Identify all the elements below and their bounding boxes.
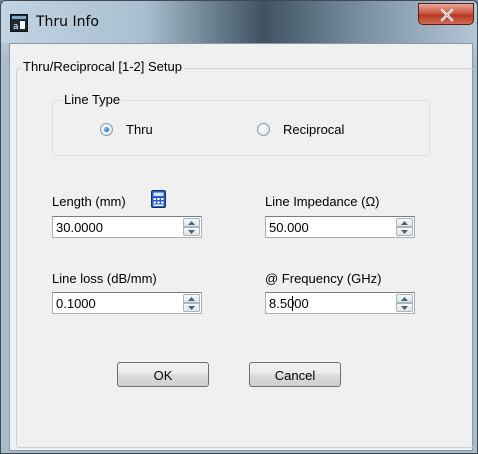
radio-thru-indicator[interactable] <box>100 123 113 136</box>
setup-group-label: Thru/Reciprocal [1-2] Setup <box>21 59 184 74</box>
length-input[interactable] <box>53 217 174 237</box>
radio-thru-label: Thru <box>126 122 153 137</box>
svg-text:a: a <box>13 22 19 32</box>
length-decrement-button[interactable] <box>183 227 200 236</box>
dialog-client-area: Thru/Reciprocal [1-2] Setup Line Type Th… <box>9 43 474 451</box>
radio-reciprocal-label: Reciprocal <box>283 122 345 137</box>
impedance-spin-buttons[interactable] <box>396 218 413 236</box>
line-loss-label: Line loss (dB/mm) <box>52 271 157 286</box>
impedance-decrement-button[interactable] <box>396 227 413 236</box>
impedance-label: Line Impedance (Ω) <box>265 194 380 209</box>
frequency-spinbox[interactable] <box>265 292 415 314</box>
dialog-app-icon: a <box>10 14 28 32</box>
length-spin-buttons[interactable] <box>183 218 200 236</box>
arrow-up-icon <box>188 221 195 225</box>
line-type-label: Line Type <box>62 92 123 107</box>
frequency-input[interactable] <box>266 293 387 313</box>
line-loss-input[interactable] <box>53 293 174 313</box>
close-icon <box>440 8 454 22</box>
radio-reciprocal-indicator[interactable] <box>257 123 270 136</box>
frequency-label: @ Frequency (GHz) <box>265 271 382 286</box>
arrow-up-icon <box>188 297 195 301</box>
line-loss-spin-buttons[interactable] <box>183 294 200 312</box>
frequency-increment-button[interactable] <box>396 294 413 303</box>
text-cursor <box>292 296 293 311</box>
ok-button[interactable]: OK <box>117 362 209 387</box>
length-label: Length (mm) <box>52 194 126 209</box>
frequency-spin-buttons[interactable] <box>396 294 413 312</box>
arrow-up-icon <box>401 221 408 225</box>
title-bar[interactable]: a Thru Info <box>1 1 477 43</box>
arrow-down-icon <box>401 306 408 310</box>
line-loss-decrement-button[interactable] <box>183 303 200 312</box>
impedance-increment-button[interactable] <box>396 218 413 227</box>
arrow-down-icon <box>188 230 195 234</box>
close-button[interactable] <box>418 3 474 25</box>
length-spinbox[interactable] <box>52 216 202 238</box>
radio-reciprocal[interactable]: Reciprocal <box>257 122 344 137</box>
arrow-up-icon <box>401 297 408 301</box>
length-increment-button[interactable] <box>183 218 200 227</box>
arrow-down-icon <box>401 230 408 234</box>
calculator-icon[interactable] <box>151 190 166 211</box>
thru-info-dialog: a Thru Info Thru/Reciprocal [1-2] Setup … <box>0 0 478 454</box>
impedance-spinbox[interactable] <box>265 216 415 238</box>
radio-thru[interactable]: Thru <box>100 122 153 137</box>
impedance-input[interactable] <box>266 217 387 237</box>
window-title: Thru Info <box>36 14 99 30</box>
cancel-button[interactable]: Cancel <box>249 362 341 387</box>
arrow-down-icon <box>188 306 195 310</box>
frequency-decrement-button[interactable] <box>396 303 413 312</box>
line-loss-spinbox[interactable] <box>52 292 202 314</box>
line-loss-increment-button[interactable] <box>183 294 200 303</box>
